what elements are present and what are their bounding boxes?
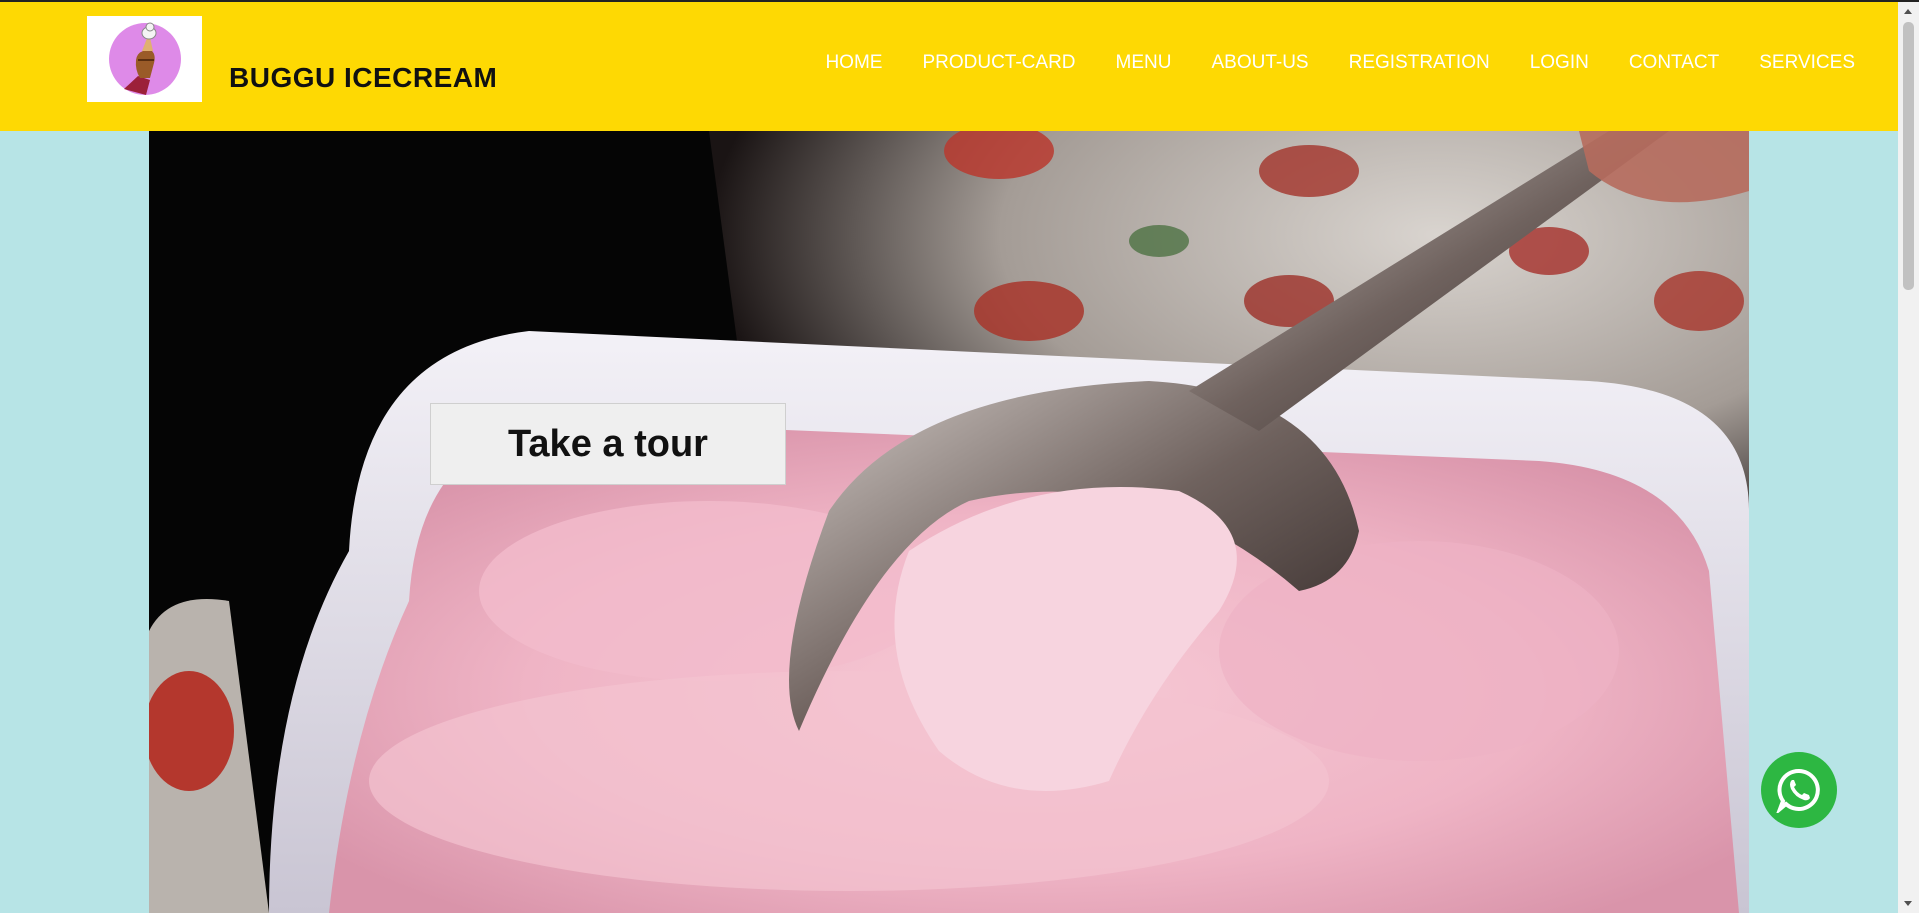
whatsapp-icon bbox=[1776, 768, 1820, 813]
vertical-scrollbar[interactable] bbox=[1898, 2, 1919, 913]
main-nav: HOME PRODUCT-CARD MENU ABOUT-US REGISTRA… bbox=[785, 52, 1855, 74]
nav-home[interactable]: HOME bbox=[825, 52, 882, 74]
nav-login[interactable]: LOGIN bbox=[1530, 52, 1589, 74]
nav-services[interactable]: SERVICES bbox=[1759, 52, 1855, 74]
scroll-up-icon[interactable] bbox=[1904, 9, 1912, 14]
nav-about-us[interactable]: ABOUT-US bbox=[1211, 52, 1308, 74]
hero-section: Take a tour bbox=[149, 131, 1749, 913]
nav-product-card[interactable]: PRODUCT-CARD bbox=[922, 52, 1075, 74]
whatsapp-button[interactable] bbox=[1761, 752, 1837, 828]
hero-ice-cream-image bbox=[149, 131, 1749, 913]
scroll-down-icon[interactable] bbox=[1904, 901, 1912, 906]
nav-menu[interactable]: MENU bbox=[1116, 52, 1172, 74]
scrollbar-thumb[interactable] bbox=[1903, 22, 1914, 290]
logo[interactable] bbox=[87, 16, 202, 102]
nav-registration[interactable]: REGISTRATION bbox=[1349, 52, 1490, 74]
brand-name: BUGGU ICECREAM bbox=[229, 62, 498, 93]
ice-cream-hand-icon bbox=[108, 22, 181, 95]
page: BUGGU ICECREAM HOME PRODUCT-CARD MENU AB… bbox=[0, 0, 1919, 913]
nav-contact[interactable]: CONTACT bbox=[1629, 52, 1719, 74]
site-header: BUGGU ICECREAM HOME PRODUCT-CARD MENU AB… bbox=[0, 2, 1898, 131]
take-a-tour-button[interactable]: Take a tour bbox=[430, 403, 786, 485]
